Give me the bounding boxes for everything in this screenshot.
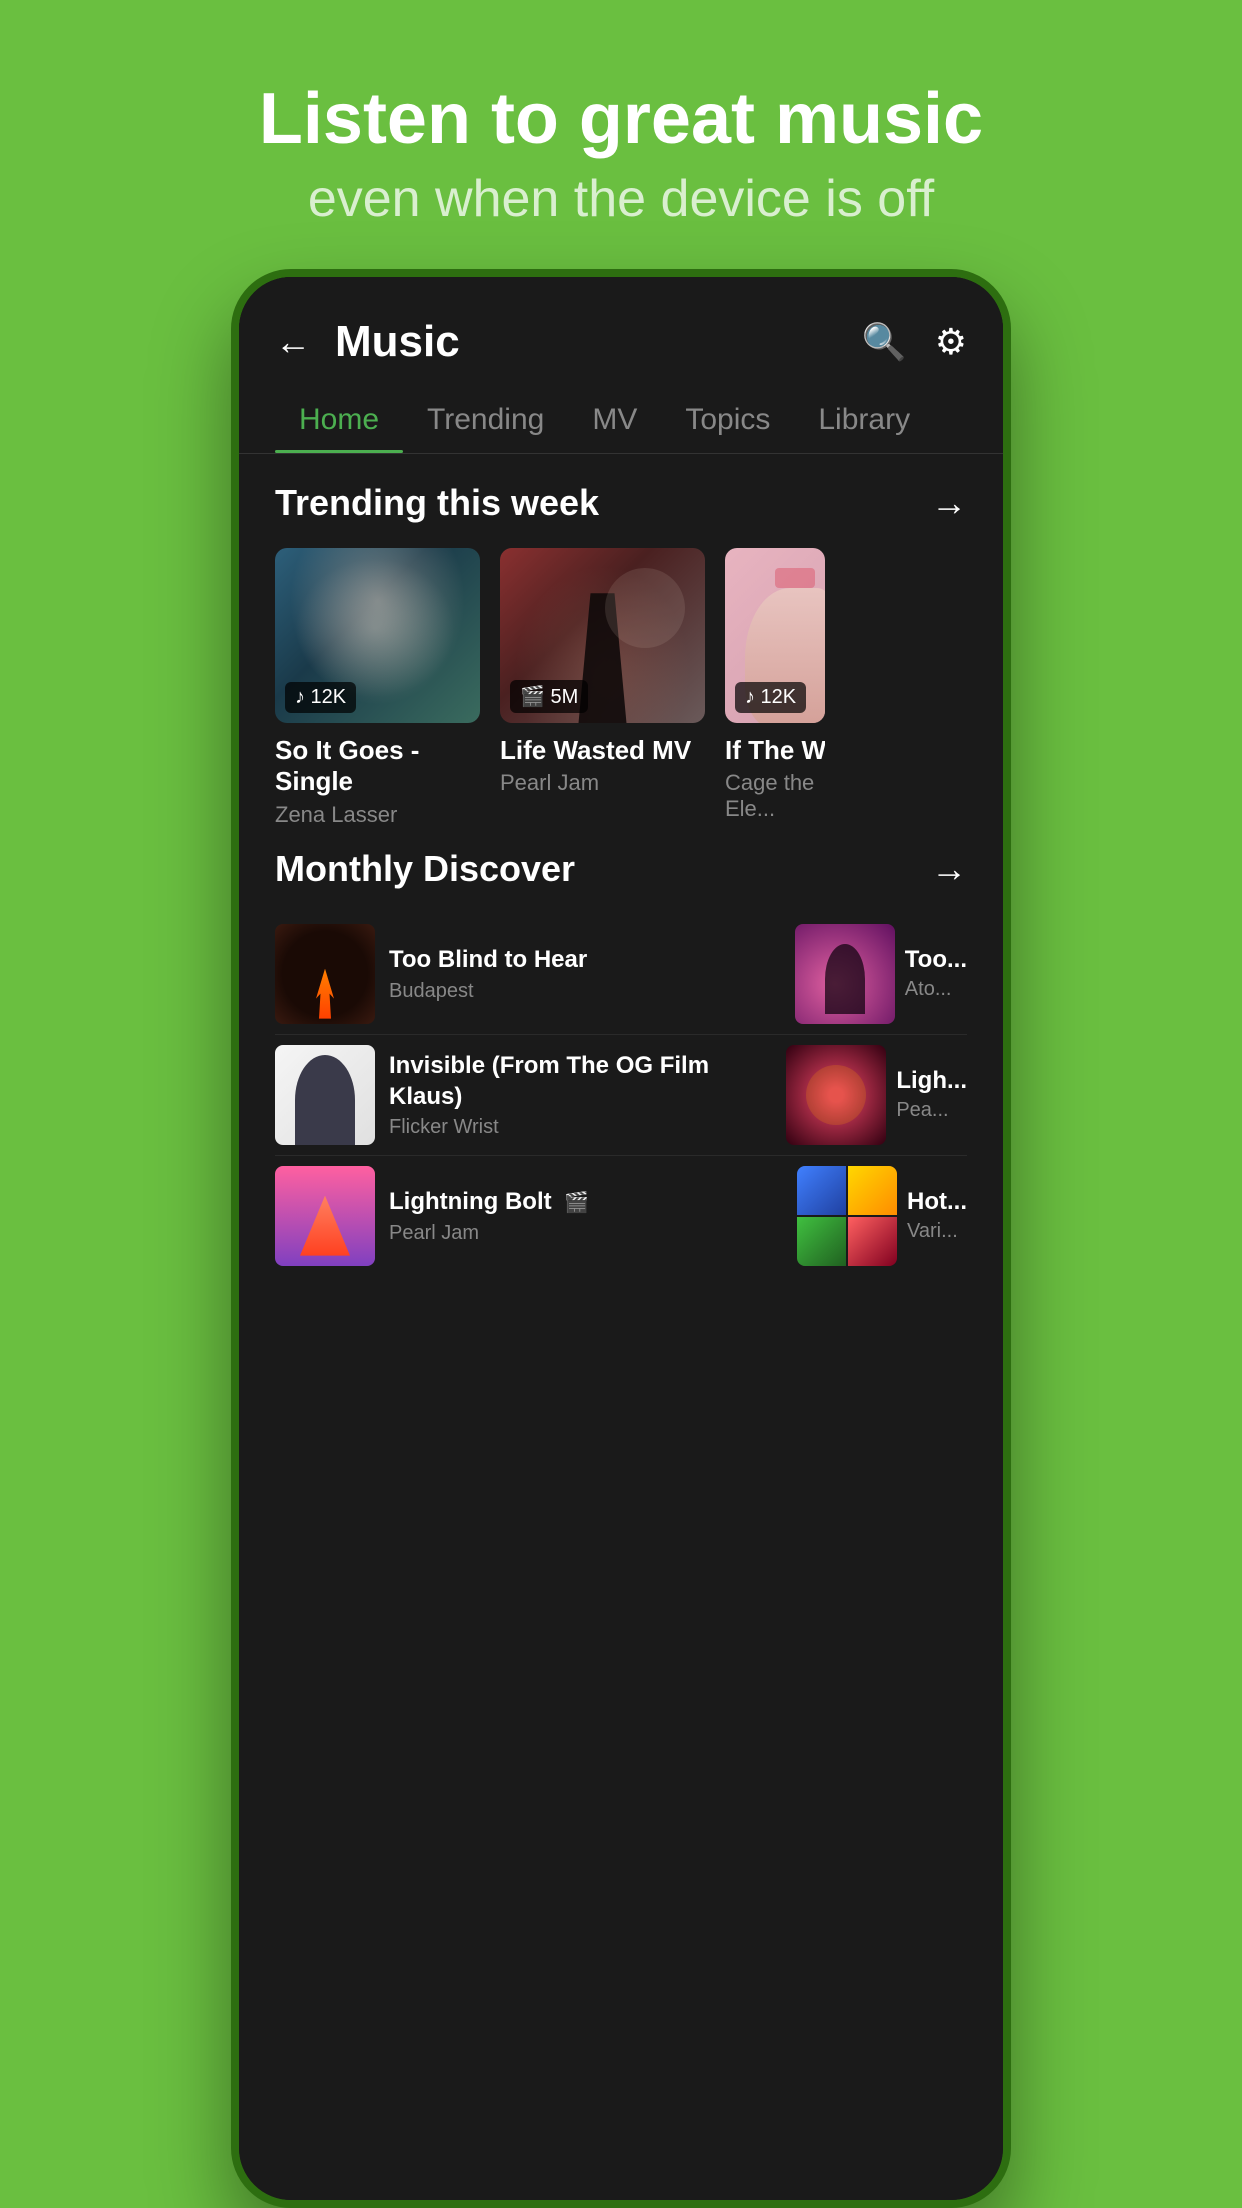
right-info-2: Ligh... Pea... [896,1067,967,1122]
list-name-2: Invisible (From The OG Film Klaus) [389,1050,770,1112]
list-artist-3: Pearl Jam [389,1222,781,1245]
card-badge-2: 🎬 5M [510,680,588,713]
hero-subtitle: even when the device is off [259,169,983,229]
phone-device: ← Music 🔍 ⚙ Home Trending MV Topics Libr… [231,269,1011,2208]
card-badge-3: ♪ 12K [735,682,806,713]
card-thumb-3: ♪ 12K [725,548,825,723]
trending-header: Trending this week → [275,482,967,524]
discover-right-item-1[interactable]: Too... Ato... [795,924,967,1024]
trending-card-3[interactable]: ♪ 12K If The Worl... Cage the Ele... [725,548,825,827]
card-artist-3: Cage the Ele... [725,770,825,822]
discover-row-2: Invisible (From The OG Film Klaus) Flick… [275,1035,967,1156]
list-name-1: Too Blind to Hear [389,944,779,975]
right-name-2: Ligh... [896,1067,967,1095]
right-artist-2: Pea... [896,1099,967,1122]
phone-screen: ← Music 🔍 ⚙ Home Trending MV Topics Libr… [239,277,1003,2200]
hero-section: Listen to great music even when the devi… [259,0,983,229]
card-thumb-1: ♪ 12K [275,548,480,723]
flame-icon [310,969,340,1019]
list-artist-2: Flicker Wrist [389,1116,770,1139]
app-bar: ← Music 🔍 ⚙ [239,277,1003,387]
tab-topics[interactable]: Topics [661,387,794,453]
right-info-1: Too... Ato... [905,946,967,1001]
discover-row-3: Lightning Bolt 🎬 Pearl Jam [275,1156,967,1276]
hero-title: Listen to great music [259,80,983,159]
right-artist-1: Ato... [905,978,967,1001]
discover-header: Monthly Discover → [275,848,967,890]
card-title-2: Life Wasted MV [500,735,705,766]
card-artist-2: Pearl Jam [500,770,705,796]
settings-button[interactable]: ⚙ [935,321,967,363]
discover-title: Monthly Discover [275,848,575,890]
trending-title: Trending this week [275,482,599,524]
card-title-3: If The Worl... [725,735,825,766]
card-thumb-2: 🎬 5M [500,548,705,723]
list-thumb-2 [275,1045,375,1145]
tab-library[interactable]: Library [794,387,934,453]
monthly-discover-section: Monthly Discover → Too Blind to Hear Bud… [239,828,1003,1276]
card-title-1: So It Goes - Single [275,735,480,797]
discover-right-item-3[interactable]: Hot... Vari... [797,1166,967,1266]
tab-mv[interactable]: MV [568,387,661,453]
trending-cards: ♪ 12K So It Goes - Single Zena Lasser 🎬 … [275,548,967,827]
app-title: Music [335,317,834,367]
tab-trending[interactable]: Trending [403,387,568,453]
right-name-1: Too... [905,946,967,974]
discover-row-1: Too Blind to Hear Budapest Too... Ato... [275,914,967,1035]
discover-left-item-1[interactable]: Too Blind to Hear Budapest [275,924,779,1024]
card-badge-1: ♪ 12K [285,682,356,713]
list-info-1: Too Blind to Hear Budapest [389,944,779,1002]
list-artist-1: Budapest [389,980,779,1003]
trending-card-1[interactable]: ♪ 12K So It Goes - Single Zena Lasser [275,548,480,827]
list-thumb-3 [275,1166,375,1266]
discover-more-button[interactable]: → [931,848,967,890]
mini-thumb-4 [848,1217,897,1266]
list-name-3: Lightning Bolt 🎬 [389,1186,781,1217]
list-info-3: Lightning Bolt 🎬 Pearl Jam [389,1186,781,1244]
list-info-2: Invisible (From The OG Film Klaus) Flick… [389,1050,770,1139]
trending-more-button[interactable]: → [931,482,967,524]
list-thumb-1 [275,924,375,1024]
right-artist-3: Vari... [907,1220,967,1243]
tab-bar: Home Trending MV Topics Library [239,387,1003,454]
mv-badge-icon: 🎬 [564,1192,589,1214]
list-thumb-multi [797,1166,897,1266]
trending-card-2[interactable]: 🎬 5M Life Wasted MV Pearl Jam [500,548,705,827]
trending-section: Trending this week → ♪ 12K So It Goes - … [239,454,1003,827]
card-info-2: Life Wasted MV Pearl Jam [500,735,705,796]
mini-thumb-1 [797,1166,846,1215]
card-info-1: So It Goes - Single Zena Lasser [275,735,480,827]
mini-thumb-3 [797,1217,846,1266]
tab-home[interactable]: Home [275,387,403,453]
mini-thumb-2 [848,1166,897,1215]
right-info-3: Hot... Vari... [907,1188,967,1243]
discover-left-item-3[interactable]: Lightning Bolt 🎬 Pearl Jam [275,1166,781,1266]
back-button[interactable]: ← [275,321,311,363]
right-name-3: Hot... [907,1188,967,1216]
search-button[interactable]: 🔍 [862,321,907,363]
discover-right-item-2[interactable]: Ligh... Pea... [786,1045,967,1145]
card-info-3: If The Worl... Cage the Ele... [725,735,825,822]
discover-left-item-2[interactable]: Invisible (From The OG Film Klaus) Flick… [275,1045,770,1145]
card-artist-1: Zena Lasser [275,802,480,828]
